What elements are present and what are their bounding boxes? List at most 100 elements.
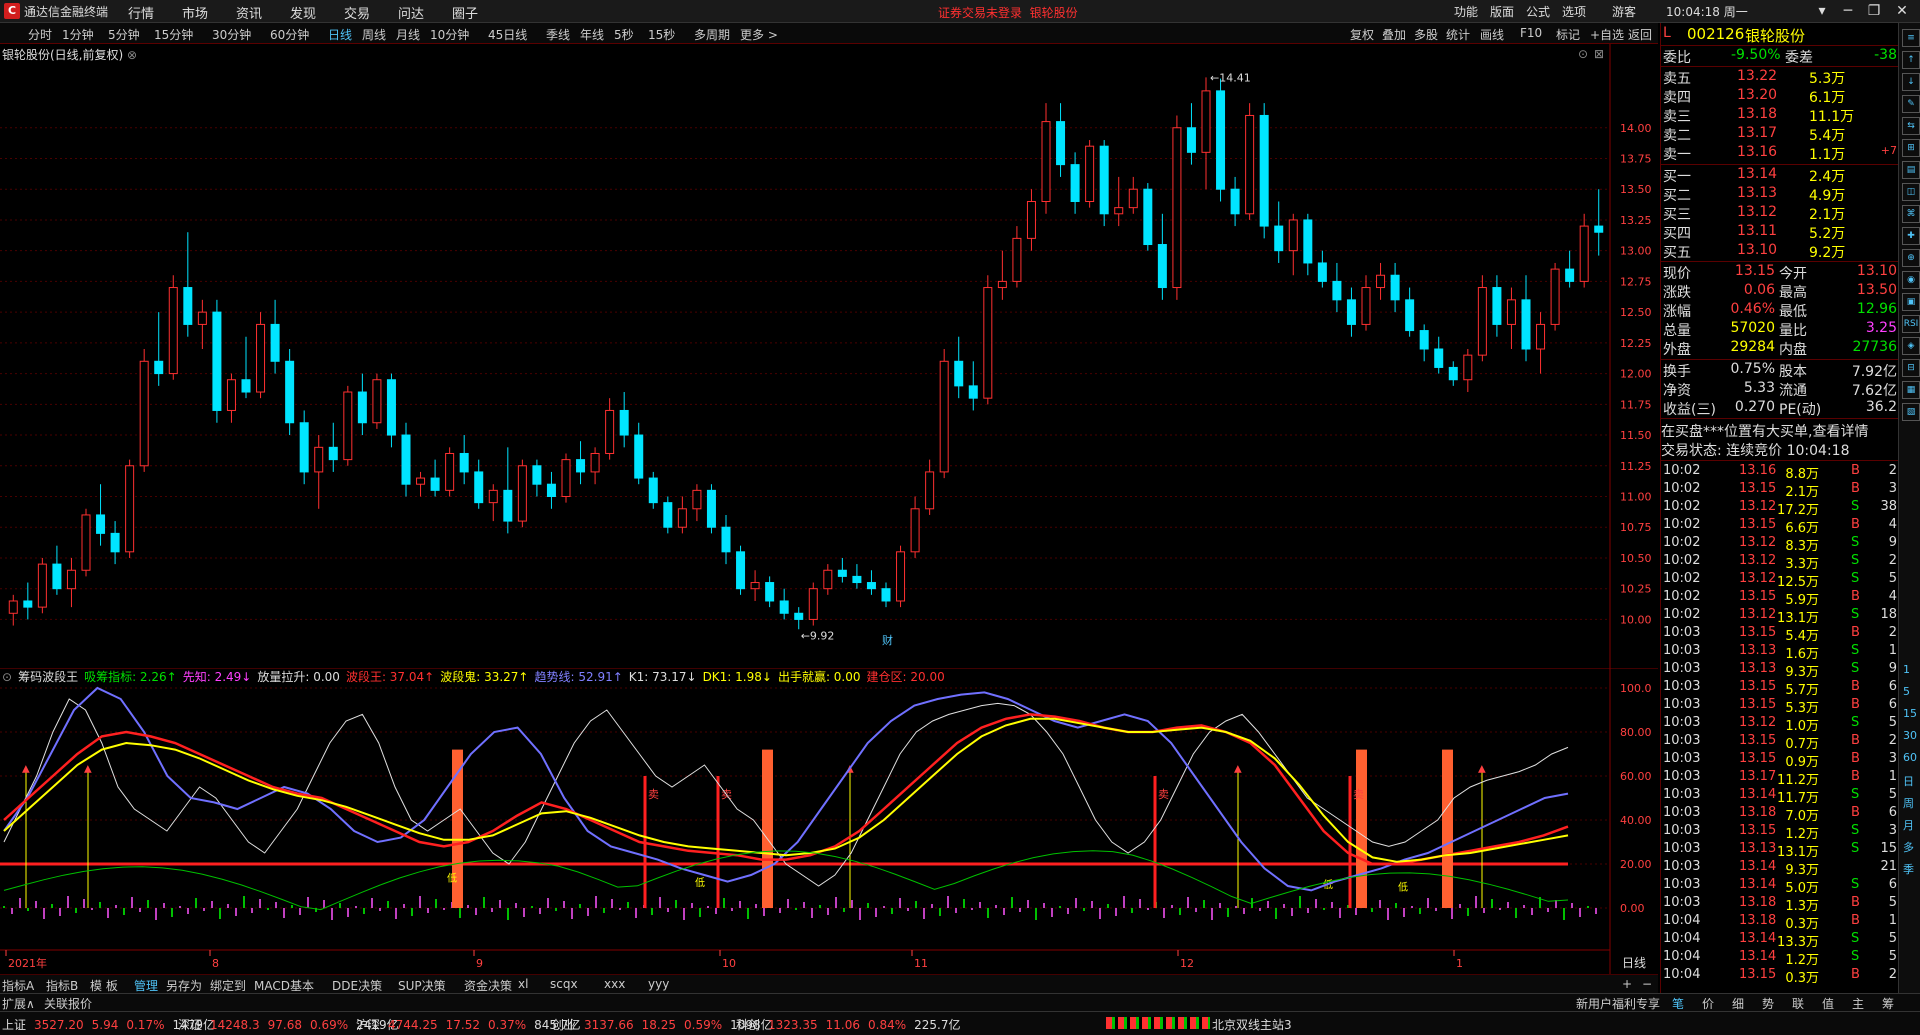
side-period-3[interactable]: 30 bbox=[1903, 729, 1917, 742]
period-tab-2[interactable]: 5分钟 bbox=[108, 26, 140, 43]
menu-gongshi[interactable]: 公式 bbox=[1526, 3, 1550, 20]
tool-2[interactable]: 多股 bbox=[1414, 26, 1438, 43]
expand-button[interactable]: 扩展∧ bbox=[2, 995, 35, 1012]
period-tab-0[interactable]: 分时 bbox=[28, 26, 52, 43]
menu-zixun[interactable]: 资讯 bbox=[236, 3, 262, 22]
period-tab-6[interactable]: 日线 bbox=[328, 26, 352, 43]
stock-name[interactable]: 银轮股份 bbox=[1745, 25, 1805, 46]
period-tab-4[interactable]: 30分钟 bbox=[212, 26, 251, 43]
formula-tab-0[interactable]: 指标A bbox=[2, 977, 34, 994]
side-tool-icon-7[interactable]: ◫ bbox=[1902, 183, 1920, 201]
zoom-in-icon[interactable]: + bbox=[1622, 977, 1632, 991]
period-tab-9[interactable]: 10分钟 bbox=[430, 26, 469, 43]
chart-expand-icon[interactable]: ⊙ bbox=[1578, 47, 1588, 61]
period-tab-3[interactable]: 15分钟 bbox=[154, 26, 193, 43]
period-tab-15[interactable]: 多周期 bbox=[694, 26, 730, 43]
restore-icon[interactable]: ❐ bbox=[1862, 1, 1886, 21]
ext-tab-0[interactable]: 新用户福利专享 bbox=[1576, 995, 1660, 1012]
formula-tab-3[interactable]: 管理 bbox=[134, 977, 158, 994]
server-name[interactable]: 北京双线主站3 bbox=[1212, 1016, 1292, 1033]
login-notice[interactable]: 证券交易未登录 银轮股份 bbox=[938, 4, 1078, 21]
side-tool-icon-8[interactable]: ⌘ bbox=[1902, 205, 1920, 223]
side-tool-icon-2[interactable]: ↓ bbox=[1902, 73, 1920, 91]
side-tool-icon-0[interactable]: ≡ bbox=[1902, 29, 1920, 47]
ext-tab-6[interactable]: 值 bbox=[1822, 995, 1834, 1012]
candlestick-chart[interactable]: 14.00 13.75 13.50 13.25 13.00 12.75 12.50 12.25… bbox=[0, 44, 1658, 668]
ext-tab-1[interactable]: 笔 bbox=[1672, 995, 1684, 1012]
menu-shichang[interactable]: 市场 bbox=[182, 3, 208, 22]
formula-tab-5[interactable]: 绑定到 bbox=[210, 977, 246, 994]
dropdown-icon[interactable]: ▾ bbox=[1810, 1, 1834, 21]
tool-1[interactable]: 叠加 bbox=[1382, 26, 1406, 43]
side-tool-icon-10[interactable]: ⊕ bbox=[1902, 249, 1920, 267]
period-tab-5[interactable]: 60分钟 bbox=[270, 26, 309, 43]
ext-tab-2[interactable]: 价 bbox=[1702, 995, 1714, 1012]
formula-tab-9[interactable]: 资金决策 bbox=[464, 977, 512, 994]
side-period-6[interactable]: 周 bbox=[1903, 795, 1914, 811]
menu-faxian[interactable]: 发现 bbox=[290, 3, 316, 22]
period-tab-13[interactable]: 5秒 bbox=[614, 26, 634, 43]
formula-tab-6[interactable]: MACD基本 bbox=[254, 977, 314, 994]
tool-5[interactable]: F10 bbox=[1520, 26, 1542, 40]
side-period-7[interactable]: 月 bbox=[1903, 817, 1914, 833]
menu-xuanxiang[interactable]: 选项 bbox=[1562, 3, 1586, 20]
side-period-9[interactable]: 季 bbox=[1903, 861, 1914, 877]
period-tab-12[interactable]: 年线 bbox=[580, 26, 604, 43]
side-tool-icon-6[interactable]: ▤ bbox=[1902, 161, 1920, 179]
side-period-2[interactable]: 15 bbox=[1903, 707, 1917, 720]
stock-code[interactable]: 002126 bbox=[1687, 25, 1744, 43]
period-tab-8[interactable]: 月线 bbox=[396, 26, 420, 43]
guest-label[interactable]: 游客 bbox=[1612, 3, 1636, 20]
side-tool-icon-5[interactable]: ⊞ bbox=[1902, 139, 1920, 157]
zoom-out-icon[interactable]: − bbox=[1642, 977, 1652, 991]
tool-3[interactable]: 统计 bbox=[1446, 26, 1470, 43]
formula-tab-8[interactable]: SUP决策 bbox=[398, 977, 446, 994]
period-tab-1[interactable]: 1分钟 bbox=[62, 26, 94, 43]
formula-tab-11[interactable]: scqx bbox=[550, 977, 578, 991]
ext-tab-5[interactable]: 联 bbox=[1792, 995, 1804, 1012]
formula-tab-2[interactable]: 模 板 bbox=[90, 977, 118, 994]
ext-tab-7[interactable]: 主 bbox=[1852, 995, 1864, 1012]
formula-tab-4[interactable]: 另存为 bbox=[166, 977, 202, 994]
side-tool-icon-1[interactable]: ↑ bbox=[1902, 51, 1920, 69]
tool-8[interactable]: 返回 bbox=[1628, 26, 1652, 43]
ext-tab-8[interactable]: 筹 bbox=[1882, 995, 1894, 1012]
related-quote-button[interactable]: 关联报价 bbox=[44, 995, 92, 1012]
chart-close-icon[interactable]: ⊠ bbox=[1594, 47, 1604, 61]
formula-tab-10[interactable]: xl bbox=[518, 977, 528, 991]
index-quote-4[interactable]: 科创 1323.35 11.06 0.84% 225.7亿 bbox=[736, 1016, 968, 1033]
side-tool-icon-17[interactable]: ▧ bbox=[1902, 403, 1920, 421]
side-tool-icon-13[interactable]: RSI bbox=[1902, 315, 1920, 333]
menu-wenda[interactable]: 问达 bbox=[398, 3, 424, 22]
menu-gongneng[interactable]: 功能 bbox=[1454, 3, 1478, 20]
side-tool-icon-14[interactable]: ◈ bbox=[1902, 337, 1920, 355]
side-tool-icon-16[interactable]: ▦ bbox=[1902, 381, 1920, 399]
side-tool-icon-9[interactable]: ✚ bbox=[1902, 227, 1920, 245]
formula-tab-7[interactable]: DDE决策 bbox=[332, 977, 382, 994]
tool-7[interactable]: +自选 bbox=[1590, 26, 1624, 43]
side-tool-icon-3[interactable]: ✎ bbox=[1902, 95, 1920, 113]
side-period-4[interactable]: 60 bbox=[1903, 751, 1917, 764]
close-icon[interactable]: ✕ bbox=[1890, 1, 1914, 21]
period-tab-10[interactable]: 45日线 bbox=[488, 26, 527, 43]
finance-marker[interactable]: 财 bbox=[882, 633, 893, 647]
period-tab-11[interactable]: 季线 bbox=[546, 26, 570, 43]
ext-tab-4[interactable]: 势 bbox=[1762, 995, 1774, 1012]
ext-tab-3[interactable]: 细 bbox=[1732, 995, 1744, 1012]
tool-0[interactable]: 复权 bbox=[1350, 26, 1374, 43]
menu-jiaoyi[interactable]: 交易 bbox=[344, 3, 370, 22]
formula-tab-1[interactable]: 指标B bbox=[46, 977, 78, 994]
side-tool-icon-4[interactable]: ⇆ bbox=[1902, 117, 1920, 135]
menu-banmian[interactable]: 版面 bbox=[1490, 3, 1514, 20]
period-tab-14[interactable]: 15秒 bbox=[648, 26, 675, 43]
indicator-chart[interactable]: 100.080.0060.0040.0020.000.00卖卖卖卖▲ ▲ ▲ ▲ ▲低低… bbox=[0, 668, 1658, 974]
side-period-1[interactable]: 5 bbox=[1903, 685, 1910, 698]
big-order-notice[interactable]: 在买盘***位置有大买单,查看详情 bbox=[1661, 421, 1899, 439]
minimize-icon[interactable]: ─ bbox=[1836, 1, 1860, 21]
menu-quanzi[interactable]: 圈子 bbox=[452, 3, 478, 22]
side-tool-icon-15[interactable]: ⊟ bbox=[1902, 359, 1920, 377]
period-tab-16[interactable]: 更多 > bbox=[740, 26, 778, 43]
period-tab-7[interactable]: 周线 bbox=[362, 26, 386, 43]
side-tool-icon-12[interactable]: ▣ bbox=[1902, 293, 1920, 311]
side-period-5[interactable]: 日 bbox=[1903, 773, 1914, 789]
